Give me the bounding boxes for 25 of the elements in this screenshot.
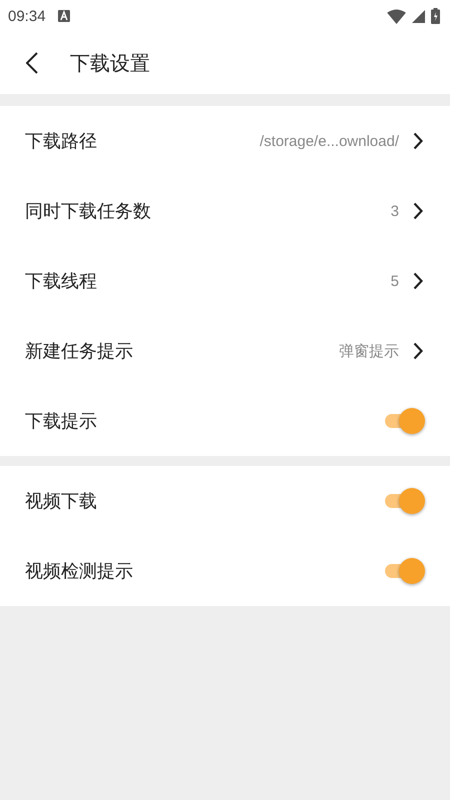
- toggle-switch[interactable]: [385, 558, 425, 584]
- setting-label: 视频检测提示: [25, 560, 134, 583]
- setting-label: 下载提示: [25, 410, 98, 433]
- setting-label: 新建任务提示: [25, 340, 134, 363]
- toggle-switch[interactable]: [385, 408, 425, 434]
- chevron-icon[interactable]: [413, 342, 423, 360]
- back-button[interactable]: [26, 51, 40, 75]
- chevron-icon[interactable]: [413, 132, 423, 150]
- chevron-icon[interactable]: [413, 202, 423, 220]
- setting-value: 弹窗提示: [339, 342, 399, 360]
- toggle-switch[interactable]: [385, 488, 425, 514]
- wifi-icon: [387, 8, 406, 24]
- chevron-icon[interactable]: [413, 272, 423, 290]
- signal-icon: [412, 10, 425, 22]
- setting-value: /storage/e...ownload/: [260, 132, 399, 150]
- setting-label: 下载线程: [25, 270, 98, 293]
- setting-value: 5: [390, 272, 399, 290]
- status-time: 09:34: [8, 8, 46, 24]
- setting-value: 3: [390, 202, 399, 220]
- setting-label: 同时下载任务数: [25, 200, 152, 223]
- notification-icon: [58, 10, 70, 22]
- battery-icon: [431, 8, 440, 24]
- setting-label: 下载路径: [25, 130, 98, 153]
- setting-label: 视频下载: [25, 490, 98, 513]
- page-title: 下载设置: [70, 50, 150, 76]
